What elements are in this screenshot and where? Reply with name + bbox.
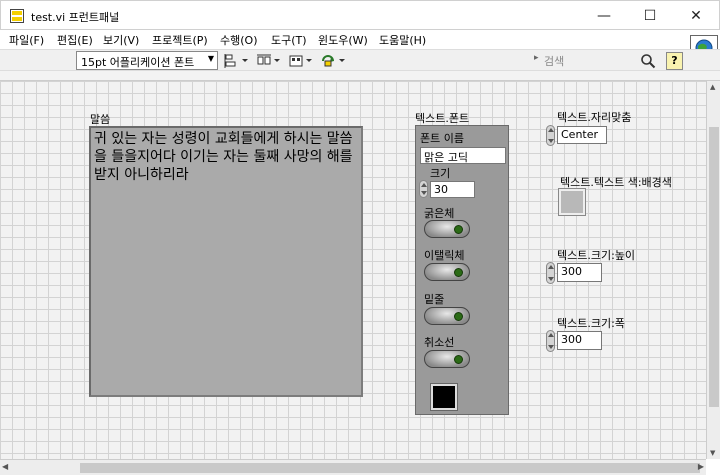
underline-label: 밑줄 [424, 293, 445, 306]
font-select-label: 15pt 어플리케이션 폰트 [81, 56, 195, 69]
menu-project[interactable]: 프로젝트(P) [152, 32, 208, 48]
vertical-scrollbar[interactable]: ▲ ▼ [706, 81, 720, 459]
maximize-button[interactable]: ☐ [627, 1, 673, 31]
resize-objects-icon[interactable] [288, 53, 314, 69]
bold-label: 굵은체 [424, 207, 455, 220]
font-color-box[interactable] [430, 383, 458, 411]
strikeout-label: 취소선 [424, 336, 455, 349]
menu-help[interactable]: 도움말(H) [379, 32, 426, 48]
distribute-objects-icon[interactable] [256, 53, 282, 69]
width-stepper[interactable] [546, 330, 555, 352]
vertical-scroll-thumb[interactable] [709, 127, 719, 407]
menu-window[interactable]: 윈도우(W) [318, 32, 368, 48]
height-stepper[interactable] [546, 262, 555, 284]
width-field[interactable]: 300 [557, 331, 602, 350]
scroll-down-icon[interactable]: ▼ [710, 449, 715, 457]
front-panel-canvas[interactable]: 말씀 귀 있는 자는 성령이 교회들에게 하시는 말씀을 들을지어다 이기는 자… [0, 81, 706, 459]
underline-toggle[interactable] [424, 307, 470, 325]
menu-bar: 파일(F) 편집(E) 보기(V) 프로젝트(P) 수행(O) 도구(T) 윈도… [0, 30, 720, 49]
width-label: 텍스트.크기:폭 [557, 317, 625, 330]
font-select[interactable]: 15pt 어플리케이션 폰트 ▼ [76, 51, 218, 70]
size-label: 크기 [430, 167, 451, 180]
speech-label: 말씀 [90, 113, 111, 126]
italic-label: 이탤릭체 [424, 249, 465, 262]
text-colors-label: 텍스트.텍스트 색:배경색 [560, 176, 672, 189]
horizontal-scrollbar[interactable]: ◀ ▶ [0, 459, 706, 475]
menu-edit[interactable]: 편집(E) [57, 32, 93, 48]
labview-app-icon [10, 9, 24, 23]
justify-stepper[interactable] [546, 125, 555, 146]
size-field[interactable]: 30 [430, 181, 475, 198]
strikeout-toggle[interactable] [424, 350, 470, 368]
text-font-cluster: 폰트 이름 맑은 고딕 크기 30 굵은체 이탤릭체 밑줄 취소선 [415, 125, 509, 415]
caret-right-icon: ▸ [534, 53, 539, 63]
led-indicator [454, 355, 463, 364]
toolbar: 15pt 어플리케이션 폰트 ▼ ▸ 검색 ? [0, 49, 720, 71]
led-indicator [454, 225, 463, 234]
horizontal-scroll-thumb[interactable] [80, 463, 700, 473]
italic-toggle[interactable] [424, 263, 470, 281]
context-help-button[interactable]: ? [666, 52, 683, 70]
bold-toggle[interactable] [424, 220, 470, 238]
justify-label: 텍스트.자리맞춤 [557, 111, 632, 124]
led-indicator [454, 268, 463, 277]
menu-tools[interactable]: 도구(T) [271, 32, 307, 48]
menu-operate[interactable]: 수행(O) [220, 32, 257, 48]
search-placeholder: 검색 [544, 55, 565, 68]
minimize-button[interactable]: — [581, 1, 627, 31]
window-title: test.vi 프런트패널 [31, 11, 120, 24]
search-icon[interactable] [640, 53, 656, 69]
scroll-left-icon[interactable]: ◀ [2, 462, 8, 471]
justify-field[interactable]: Center [557, 126, 607, 144]
font-name-field[interactable]: 맑은 고딕 [420, 147, 506, 164]
led-indicator [454, 312, 463, 321]
menu-file[interactable]: 파일(F) [9, 32, 44, 48]
menu-view[interactable]: 보기(V) [103, 32, 139, 48]
scroll-right-icon[interactable]: ▶ [698, 462, 704, 471]
bg-color-box[interactable] [558, 188, 586, 216]
text-font-cluster-label: 텍스트.폰트 [415, 112, 470, 125]
title-bar: test.vi 프런트패널 — ☐ ✕ [0, 0, 720, 30]
align-objects-icon[interactable] [224, 53, 250, 69]
scroll-up-icon[interactable]: ▲ [710, 83, 715, 91]
ruler [0, 71, 720, 81]
close-button[interactable]: ✕ [673, 1, 719, 31]
reorder-icon[interactable] [320, 53, 348, 69]
chevron-down-icon: ▼ [207, 54, 214, 63]
size-stepper[interactable] [419, 180, 428, 198]
font-name-label: 폰트 이름 [420, 132, 464, 145]
speech-string-control[interactable]: 귀 있는 자는 성령이 교회들에게 하시는 말씀을 들을지어다 이기는 자는 둘… [89, 126, 363, 397]
speech-text: 귀 있는 자는 성령이 교회들에게 하시는 말씀을 들을지어다 이기는 자는 둘… [94, 131, 353, 183]
height-label: 텍스트.크기:높이 [557, 249, 636, 262]
height-field[interactable]: 300 [557, 263, 602, 282]
